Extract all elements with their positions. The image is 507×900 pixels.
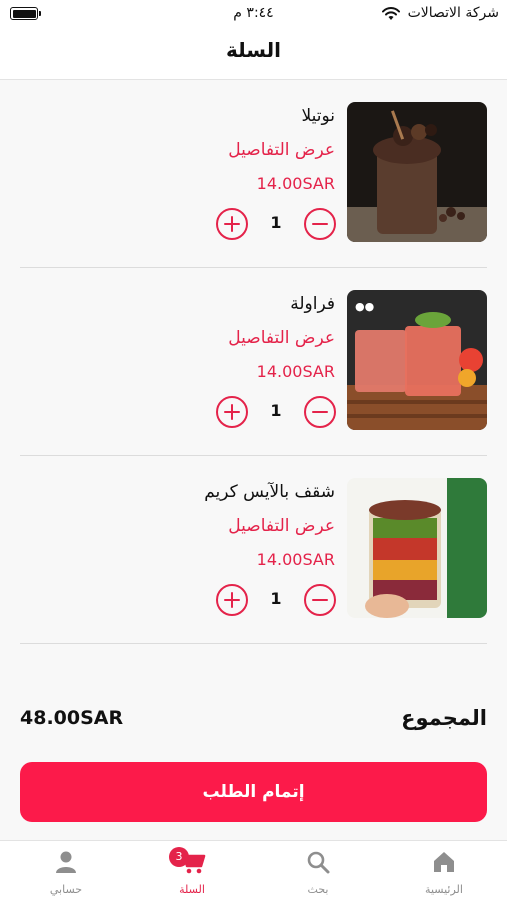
svg-text:●●: ●● <box>355 300 374 313</box>
tab-label: بحث <box>307 883 329 896</box>
tab-search[interactable]: بحث <box>255 841 381 900</box>
search-icon <box>305 849 331 879</box>
tab-home[interactable]: الرئيسية <box>381 841 507 900</box>
status-bar: شركة الاتصالات ٣:٤٤ م <box>0 0 507 28</box>
product-name: شقف بالآيس كريم <box>204 482 335 502</box>
checkout-button[interactable]: إتمام الطلب <box>20 762 487 822</box>
quantity-stepper: 1 <box>216 208 336 240</box>
product-name: نوتيلا <box>301 106 335 126</box>
cart-item: شقف بالآيس كريم عرض التفاصيل 14.00SAR 1 <box>20 456 487 644</box>
user-icon <box>53 849 79 879</box>
product-image <box>347 478 487 618</box>
cart-count-badge: 3 <box>169 847 189 867</box>
total-value: 48.00SAR <box>20 707 124 729</box>
decrease-quantity-button[interactable] <box>304 208 336 240</box>
tab-label: حسابي <box>49 883 83 896</box>
cart-item: نوتيلا عرض التفاصيل 14.00SAR 1 <box>20 80 487 268</box>
product-price: 14.00SAR <box>256 362 335 381</box>
quantity-value: 1 <box>270 213 282 232</box>
product-image: ●● <box>347 290 487 430</box>
battery-icon <box>10 7 41 20</box>
nav-bar: السلة <box>0 28 507 80</box>
status-time: ٣:٤٤ م <box>233 5 274 21</box>
product-image <box>347 102 487 242</box>
quantity-value: 1 <box>270 589 282 608</box>
product-name: فراولة <box>290 294 335 314</box>
home-icon <box>431 849 457 879</box>
tab-label: الرئيسية <box>425 883 463 896</box>
view-details-link[interactable]: عرض التفاصيل <box>228 516 335 536</box>
increase-quantity-button[interactable] <box>216 396 248 428</box>
view-details-link[interactable]: عرض التفاصيل <box>228 328 335 348</box>
quantity-stepper: 1 <box>216 396 336 428</box>
page-title: السلة <box>225 38 281 62</box>
cart-item: ●● فراولة عرض التفاصيل 14.00SAR 1 <box>20 268 487 456</box>
increase-quantity-button[interactable] <box>216 208 248 240</box>
product-price: 14.00SAR <box>256 550 335 569</box>
increase-quantity-button[interactable] <box>216 584 248 616</box>
cart-content: نوتيلا عرض التفاصيل 14.00SAR 1 ●● فراولة… <box>0 80 507 840</box>
quantity-value: 1 <box>270 401 282 420</box>
view-details-link[interactable]: عرض التفاصيل <box>228 140 335 160</box>
quantity-stepper: 1 <box>216 584 336 616</box>
tab-cart[interactable]: 3 السلة <box>129 841 255 900</box>
tab-label: السلة <box>179 883 205 896</box>
decrease-quantity-button[interactable] <box>304 396 336 428</box>
product-price: 14.00SAR <box>256 174 335 193</box>
tab-account[interactable]: حسابي <box>3 841 129 900</box>
decrease-quantity-button[interactable] <box>304 584 336 616</box>
tab-bar: الرئيسية بحث 3 السلة حسابي <box>0 840 507 900</box>
total-label: المجموع <box>401 706 487 730</box>
